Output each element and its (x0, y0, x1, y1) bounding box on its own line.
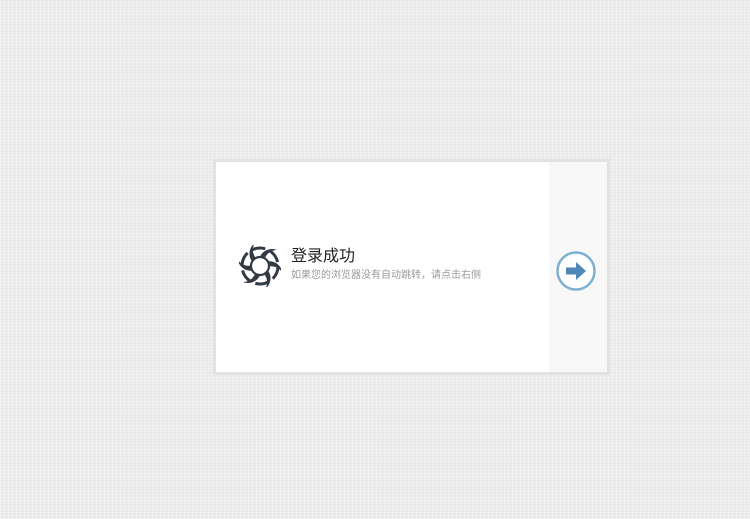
redirect-message: 如果您的浏览器没有自动跳转，请点击右侧 (291, 270, 481, 281)
next-button[interactable] (556, 251, 596, 291)
card-main-panel: 登录成功 如果您的浏览器没有自动跳转，请点击右侧 (216, 162, 549, 372)
swirl-logo-icon (239, 245, 281, 287)
page-title: 登录成功 (291, 248, 356, 265)
login-success-card: 登录成功 如果您的浏览器没有自动跳转，请点击右侧 (213, 159, 610, 375)
card-side-panel (549, 162, 607, 372)
